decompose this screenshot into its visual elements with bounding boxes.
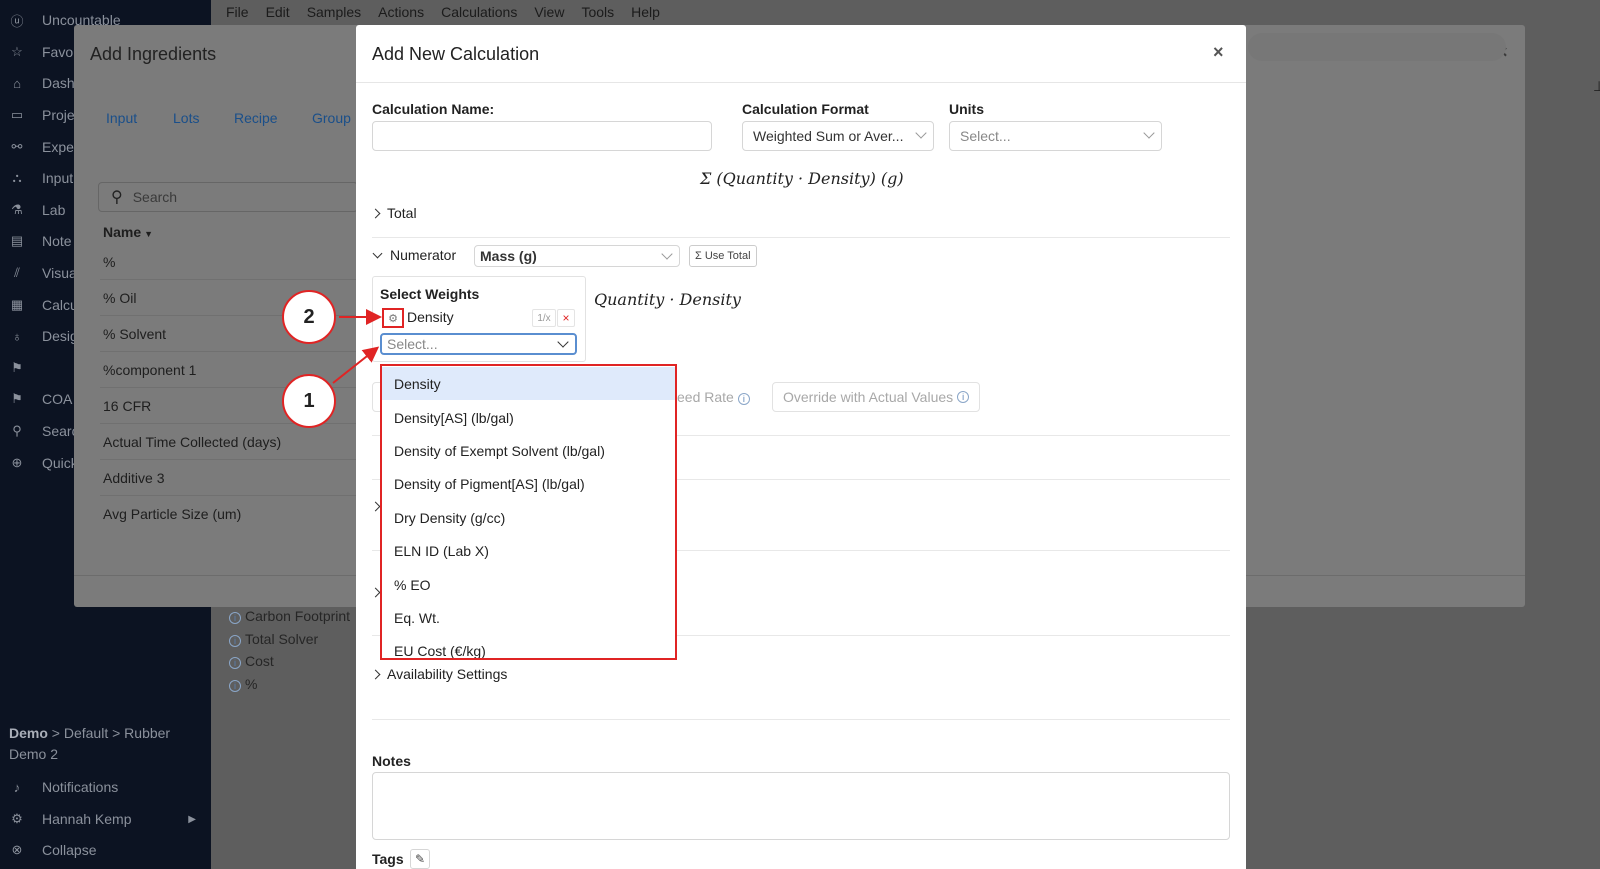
callout-1: 1	[282, 374, 336, 428]
callout-arrows	[332, 309, 382, 384]
callout-2: 2	[282, 290, 336, 344]
arrow-to-select	[332, 346, 380, 384]
